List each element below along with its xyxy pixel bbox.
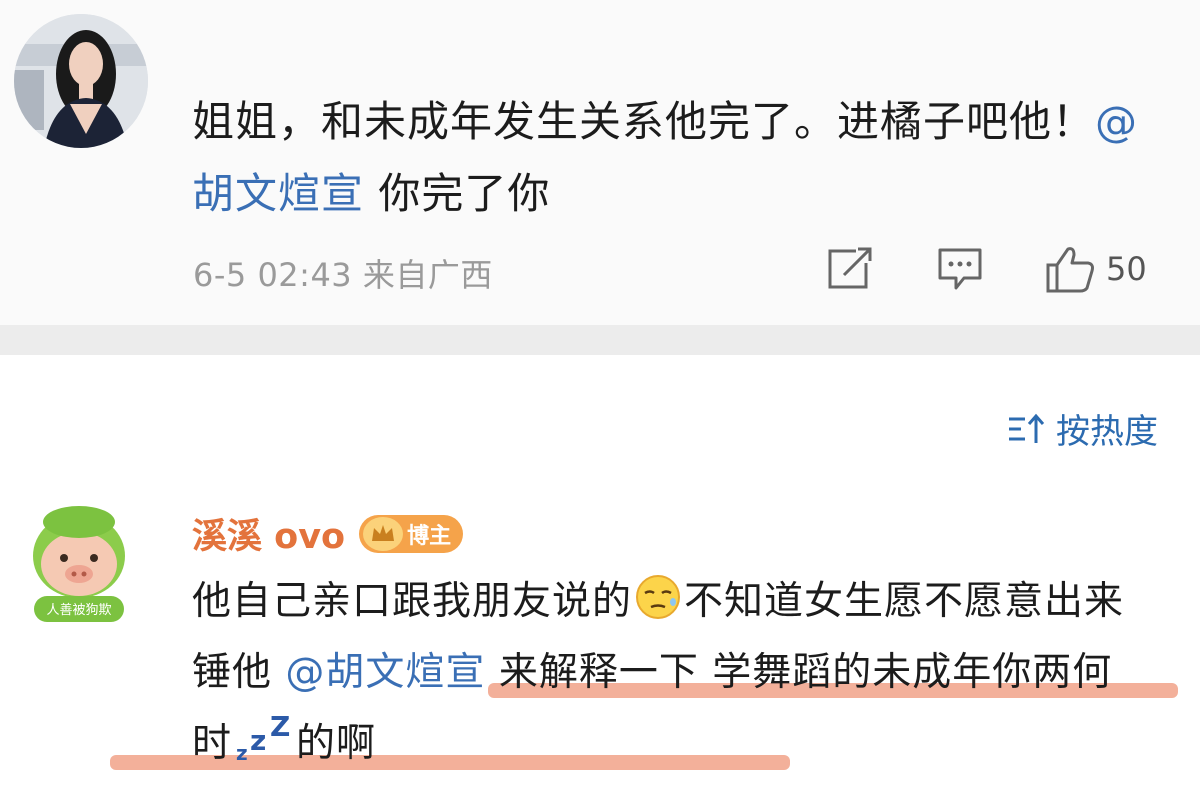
comment-button[interactable] (936, 244, 984, 294)
comment-text-4: 的啊 (296, 721, 377, 766)
svg-text:z: z (250, 724, 267, 757)
commenter-username[interactable]: 溪溪 ovo (192, 508, 345, 559)
svg-text:Z: Z (270, 710, 291, 743)
avatar-caption: 人善被狗欺 (46, 602, 111, 618)
comment-mention-link[interactable]: @胡文煊宣 (285, 650, 485, 695)
comment-icon (938, 248, 982, 290)
sleeping-zz-icon: z z Z (236, 710, 291, 764)
author-badge: 博主 (359, 514, 464, 553)
comment-text-1: 他自己亲口跟我朋友说的 (192, 579, 633, 624)
commenter-avatar[interactable]: 人善被狗欺 (28, 500, 130, 632)
svg-text:z: z (236, 741, 249, 764)
post-meta: 6-5 02:43 来自广西 (193, 250, 493, 296)
sort-label: 按热度 (1056, 412, 1158, 452)
thumbs-up-icon (1046, 247, 1094, 293)
post-timestamp: 6-5 02:43 (193, 256, 353, 294)
comment-body: 他自己亲口跟我朋友说的 不知道女生愿不愿意出来锤他 @胡文煊宣 来解释一下 学舞… (192, 566, 1152, 779)
commenter-header: 溪溪 ovo 博主 (192, 508, 464, 559)
post-text-tail: 你完了你 (364, 169, 551, 218)
post-body: 姐姐，和未成年发生关系他完了。进橘子吧他！@胡文煊宣 你完了你 (192, 86, 1152, 230)
share-icon (828, 247, 872, 289)
post-location: 来自广西 (362, 256, 493, 294)
user-avatar[interactable] (14, 14, 148, 148)
post-text-main: 姐姐，和未成年发生关系他完了。进橘子吧他！ (192, 97, 1096, 146)
crown-icon (363, 516, 404, 551)
like-button[interactable]: 50 (1044, 244, 1147, 294)
badge-label: 博主 (407, 523, 452, 549)
section-divider (0, 325, 1200, 355)
sleepy-emoji-icon (636, 575, 681, 619)
share-button[interactable] (826, 244, 874, 294)
like-count: 50 (1106, 250, 1147, 288)
post-card: 姐姐，和未成年发生关系他完了。进橘子吧他！@胡文煊宣 你完了你 6-5 02:4… (0, 0, 1200, 325)
sort-icon (1009, 413, 1045, 443)
sort-by-hot-button[interactable]: 按热度 (1006, 404, 1158, 453)
